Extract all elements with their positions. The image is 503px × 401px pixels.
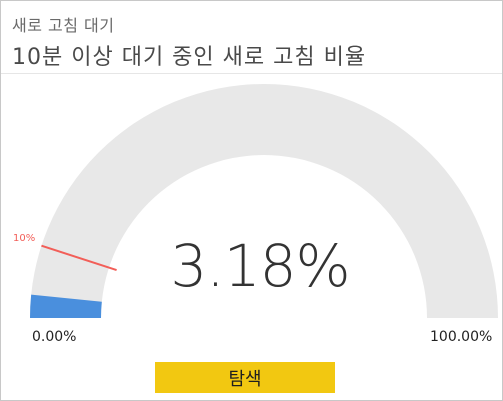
gauge-target-label: 10% xyxy=(13,233,36,244)
explore-button[interactable]: 탐색 xyxy=(155,362,335,393)
gauge-max-label: 100.00% xyxy=(430,329,493,345)
gauge-value: 3.18% xyxy=(170,232,350,300)
gauge-min-label: 0.00% xyxy=(32,329,77,345)
